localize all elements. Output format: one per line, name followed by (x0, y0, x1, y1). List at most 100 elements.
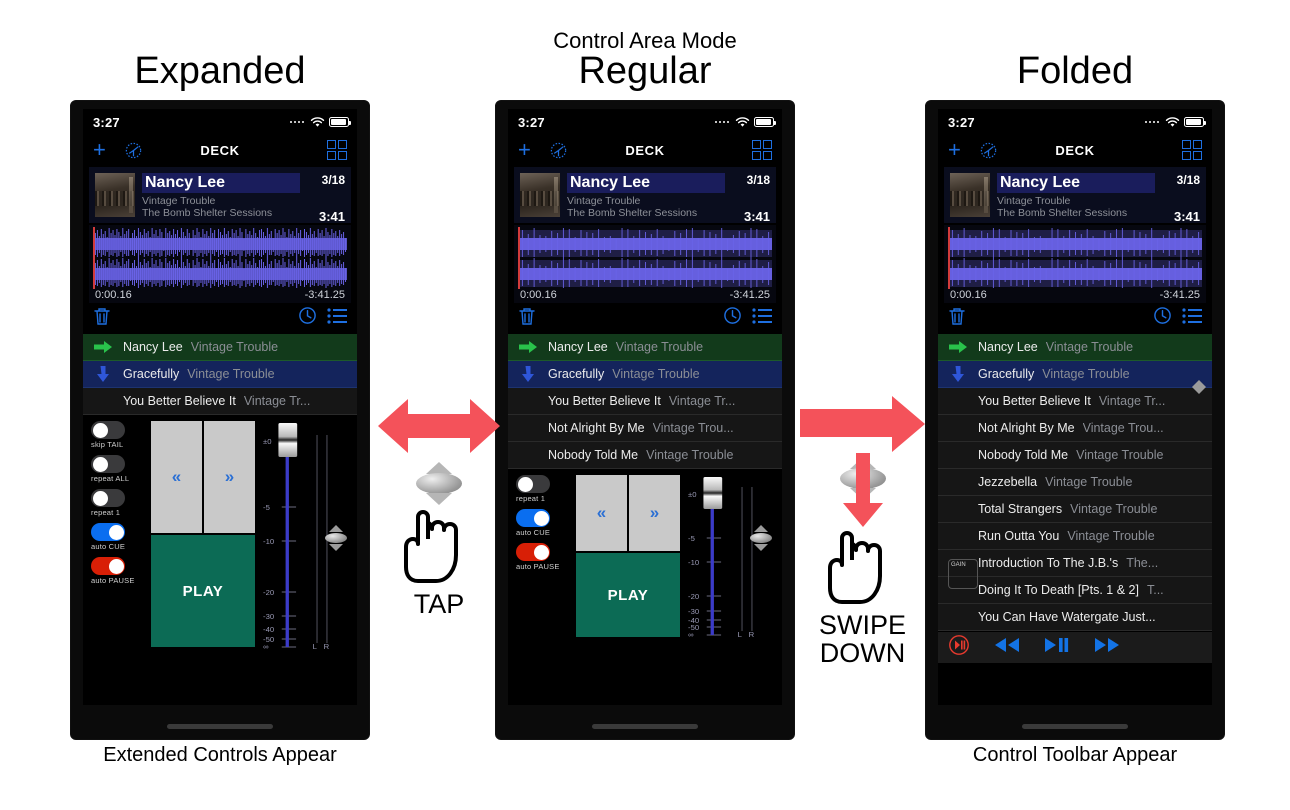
toggle-switch[interactable] (91, 421, 125, 439)
grid-icon[interactable] (751, 139, 772, 161)
table-row[interactable]: Nancy Lee Vintage Trouble (508, 334, 782, 361)
track-header[interactable]: Nancy Lee Vintage Trouble The Bomb Shelt… (944, 167, 1206, 224)
toggle-repeat-1[interactable]: repeat 1 (91, 489, 143, 517)
play-button[interactable]: PLAY (576, 553, 680, 637)
toggle-skip-tail[interactable]: skip TAIL (91, 421, 143, 449)
cue-play-pause-icon[interactable] (948, 634, 970, 661)
table-row[interactable]: Gracefully Vintage Trouble (938, 361, 1212, 388)
row-artist: T... (1146, 583, 1164, 597)
toggle-switch[interactable] (91, 489, 125, 507)
waveform-graphic (518, 227, 772, 289)
table-row[interactable]: Introduction To The J.B.'s The... (938, 550, 1212, 577)
plus-icon[interactable]: + (948, 139, 961, 161)
table-row[interactable]: Doing It To Death [Pts. 1 & 2] T... (938, 577, 1212, 604)
table-row[interactable]: Nobody Told Me Vintage Trouble (938, 442, 1212, 469)
toggle-auto-pause[interactable]: auto PAUSE (516, 543, 568, 571)
list-icon[interactable] (752, 307, 772, 329)
nav-bar: + DECK (508, 135, 782, 165)
grid-icon[interactable] (326, 139, 347, 161)
cue-prev-button[interactable]: « (151, 421, 202, 533)
cue-prev-button[interactable]: « (576, 475, 627, 551)
signal-dots-icon (289, 120, 304, 124)
toggle-repeat-1[interactable]: repeat 1 (516, 475, 568, 503)
control-area-resize-grip[interactable] (750, 525, 772, 552)
table-row[interactable]: Gracefully Vintage Trouble (83, 361, 357, 388)
rewind-icon[interactable] (994, 637, 1020, 658)
list-action-row (938, 303, 1212, 333)
track-info: Nancy Lee Vintage Trouble The Bomb Shelt… (142, 173, 300, 219)
grip-knob[interactable] (750, 533, 772, 544)
trash-icon[interactable] (518, 306, 536, 331)
control-area-resize-grip[interactable] (325, 524, 347, 551)
table-row[interactable]: Nancy Lee Vintage Trouble (83, 334, 357, 361)
toggle-auto-cue[interactable]: auto CUE (91, 523, 143, 551)
status-time: 3:27 (948, 114, 975, 130)
plus-icon[interactable]: + (518, 139, 531, 161)
svg-text:L: L (313, 642, 317, 649)
table-row[interactable]: Nancy Lee Vintage Trouble (938, 334, 1212, 361)
table-row[interactable]: Not Alright By Me Vintage Trou... (508, 415, 782, 442)
cue-next-button[interactable]: » (204, 421, 255, 533)
toggle-switch[interactable] (91, 455, 125, 473)
list-icon[interactable] (327, 307, 347, 329)
table-row[interactable]: Gracefully Vintage Trouble (508, 361, 782, 388)
table-row[interactable]: You Better Believe It Vintage Tr... (83, 388, 357, 415)
clock-icon[interactable] (723, 306, 742, 330)
trash-icon[interactable] (948, 306, 966, 331)
toggle-switch[interactable] (516, 509, 550, 527)
waveform-panel[interactable]: 0:00.16 -3:41.25 (944, 225, 1206, 303)
table-row[interactable]: You Better Believe It Vintage Tr... (508, 388, 782, 415)
album-art (950, 173, 990, 217)
table-row[interactable]: You Can Have Watergate Just... (938, 604, 1212, 631)
compass-icon[interactable] (979, 141, 998, 160)
table-row[interactable]: Run Outta You Vintage Trouble (938, 523, 1212, 550)
toggle-switch[interactable] (91, 523, 125, 541)
svg-text:-20: -20 (263, 588, 274, 597)
playhead-marker[interactable] (518, 227, 520, 289)
compass-icon[interactable] (549, 141, 568, 160)
waveform-panel[interactable]: 0:00.16 -3:41.25 (514, 225, 776, 303)
playlist-folded[interactable]: Nancy Lee Vintage Trouble Gracefully Vin… (938, 333, 1212, 631)
clock-icon[interactable] (1153, 306, 1172, 330)
cue-next-button[interactable]: » (629, 475, 680, 551)
track-position: 3/18 (1176, 173, 1200, 187)
trash-icon[interactable] (93, 306, 111, 331)
table-row[interactable]: You Better Believe It Vintage Tr... (938, 388, 1212, 415)
play-button[interactable]: PLAY (151, 535, 255, 647)
play-pause-icon[interactable] (1044, 637, 1070, 658)
toggle-switch[interactable] (516, 475, 550, 493)
toggle-column: repeat 1 auto CUE auto PAUSE (516, 475, 568, 642)
table-row[interactable]: Jezzebella Vintage Trouble (938, 469, 1212, 496)
track-header[interactable]: Nancy Lee Vintage Trouble The Bomb Shelt… (514, 167, 776, 224)
toggle-switch[interactable] (516, 543, 550, 561)
track-artist: Vintage Trouble (142, 195, 216, 207)
battery-icon (329, 117, 351, 127)
row-title: You Better Believe It (548, 394, 661, 408)
compass-icon[interactable] (124, 141, 143, 160)
status-time: 3:27 (518, 114, 545, 130)
list-icon[interactable] (1182, 307, 1202, 329)
fast-forward-icon[interactable] (1094, 637, 1120, 658)
chevron-up-icon (1192, 380, 1206, 387)
playhead-marker[interactable] (93, 227, 95, 289)
toggle-auto-cue[interactable]: auto CUE (516, 509, 568, 537)
plus-icon[interactable]: + (93, 139, 106, 161)
table-row[interactable]: Nobody Told Me Vintage Trouble (508, 442, 782, 469)
clock-icon[interactable] (298, 306, 317, 330)
svg-text:±0: ±0 (688, 490, 697, 499)
toggle-switch[interactable] (91, 557, 125, 575)
table-row[interactable]: Not Alright By Me Vintage Trou... (938, 415, 1212, 442)
toggle-repeat-all[interactable]: repeat ALL (91, 455, 143, 483)
control-area-resize-grip[interactable] (1188, 380, 1210, 394)
playhead-marker[interactable] (948, 227, 950, 289)
toggle-label: repeat 1 (91, 508, 121, 517)
gain-button[interactable]: GAIN (948, 559, 978, 589)
grid-icon[interactable] (1181, 139, 1202, 161)
playlist-expanded[interactable]: Nancy Lee Vintage Trouble Gracefully Vin… (83, 333, 357, 415)
playlist-regular[interactable]: Nancy Lee Vintage Trouble Gracefully Vin… (508, 333, 782, 469)
track-header[interactable]: Nancy Lee Vintage Trouble The Bomb Shelt… (89, 167, 351, 224)
grip-knob[interactable] (325, 532, 347, 543)
table-row[interactable]: Total Strangers Vintage Trouble (938, 496, 1212, 523)
toggle-auto-pause[interactable]: auto PAUSE (91, 557, 143, 585)
waveform-panel[interactable]: 0:00.16 -3:41.25 (89, 225, 351, 303)
